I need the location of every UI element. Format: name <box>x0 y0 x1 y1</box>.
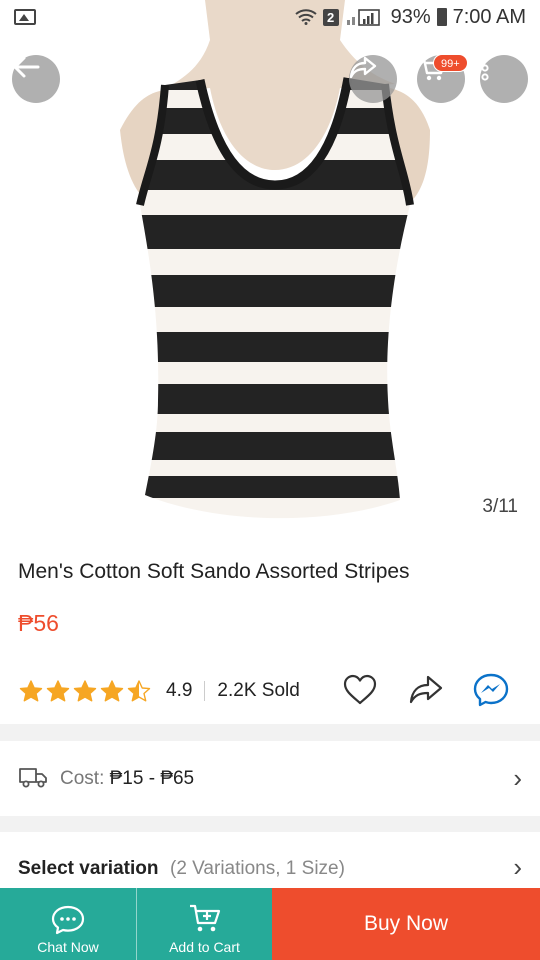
add-to-cart-label: Add to Cart <box>169 939 240 955</box>
share-button[interactable] <box>349 55 397 103</box>
share-product-button[interactable] <box>408 674 444 709</box>
product-info: Men's Cotton Soft Sando Assorted Stripes… <box>0 540 540 724</box>
variation-row[interactable]: Select variation (2 Variations, 1 Size) … <box>0 832 540 892</box>
divider <box>204 681 206 701</box>
bottom-action-bar: Chat Now Add to Cart Buy Now <box>0 888 540 960</box>
buy-now-button[interactable]: Buy Now <box>272 888 540 960</box>
star-icon <box>100 680 124 702</box>
shipping-cost: Cost: ₱15 - ₱65 <box>60 768 194 790</box>
status-bar: 2 93% 7:00 AM <box>0 0 540 34</box>
signal-icon <box>346 9 380 26</box>
star-icon <box>73 680 97 702</box>
heart-icon <box>343 674 377 705</box>
chat-now-button[interactable]: Chat Now <box>0 888 136 960</box>
product-price: ₱56 <box>18 610 59 636</box>
buy-now-label: Buy Now <box>363 912 449 935</box>
back-button[interactable] <box>12 55 60 103</box>
image-counter: 3/11 <box>474 490 526 524</box>
rating-stars <box>18 679 152 703</box>
product-title: Men's Cotton Soft Sando Assorted Stripes <box>18 560 410 583</box>
battery-percent: 93% <box>390 5 431 28</box>
like-button[interactable] <box>342 674 378 711</box>
add-cart-icon <box>189 904 220 932</box>
messenger-share-button[interactable] <box>472 672 512 713</box>
gallery-notification-icon <box>14 9 36 25</box>
battery-icon <box>436 8 447 26</box>
chevron-right-icon: › <box>513 852 522 882</box>
add-to-cart-button[interactable]: Add to Cart <box>136 888 272 960</box>
product-page: 99+ 3/11 2 93% 7:00 AM Men's Cotton Soft… <box>0 0 540 960</box>
chat-bubble-icon <box>51 905 85 935</box>
chat-now-label: Chat Now <box>37 939 99 955</box>
rating-row[interactable]: 4.9 2.2K Sold <box>18 677 300 705</box>
back-arrow-icon <box>13 56 40 78</box>
truck-icon <box>19 768 47 788</box>
sim-badge: 2 <box>322 8 339 26</box>
shipping-row[interactable]: Cost: ₱15 - ₱65 › <box>0 741 540 816</box>
wifi-icon <box>294 9 317 25</box>
cart-count-badge: 99+ <box>433 54 468 72</box>
variation-detail: (2 Variations, 1 Size) <box>170 858 345 879</box>
shipping-cost-range: ₱15 - ₱65 <box>109 768 195 789</box>
sold-count: 2.2K Sold <box>217 680 300 701</box>
star-icon <box>127 680 151 702</box>
shipping-cost-label: Cost: <box>60 768 110 789</box>
share-icon <box>349 56 377 79</box>
clock: 7:00 AM <box>452 5 526 28</box>
star-icon <box>19 680 43 702</box>
chevron-right-icon: › <box>513 763 522 793</box>
rating-value: 4.9 <box>166 680 193 701</box>
share-arrow-icon <box>409 675 443 704</box>
messenger-icon <box>473 673 509 707</box>
more-vertical-icon <box>481 55 489 81</box>
star-icon <box>46 680 70 702</box>
more-options-button[interactable] <box>480 55 528 103</box>
variation-label: Select variation <box>18 858 159 879</box>
product-image[interactable]: 99+ 3/11 <box>0 0 540 540</box>
